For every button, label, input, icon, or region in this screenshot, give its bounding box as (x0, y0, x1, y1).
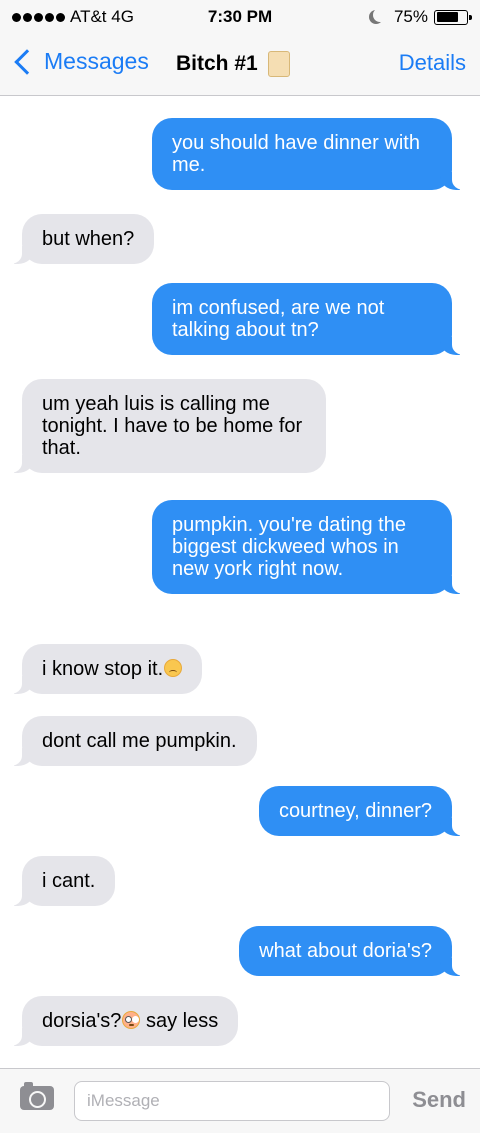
battery-icon (434, 9, 472, 25)
flushed-face-icon (122, 1011, 141, 1029)
message-bubble-incoming[interactable]: dorsia's? say less (7, 996, 239, 1046)
message-bubble-outgoing[interactable]: pumpkin. you're dating the biggest dickw… (152, 500, 466, 594)
back-button-label: Messages (44, 48, 149, 74)
message-text: but when? (42, 228, 135, 250)
message-text: i know stop it. (42, 658, 164, 680)
message-text: courtney, dinner? (278, 800, 432, 822)
contact-card-icon (267, 51, 290, 77)
conversation-header: Messages Bitch #1 Details (0, 34, 480, 96)
message-bubble-incoming[interactable]: i know stop it. (7, 644, 203, 694)
message-bubble-outgoing[interactable]: im confused, are we not talking about tn… (152, 283, 466, 355)
message-bubble-incoming[interactable]: but when? (7, 214, 155, 264)
camera-icon[interactable] (20, 1082, 54, 1110)
contact-title[interactable]: Bitch #1 (176, 51, 290, 77)
message-text: you should have dinner with me. (172, 132, 420, 176)
compose-bar: Send (0, 1068, 480, 1133)
message-bubble-outgoing[interactable]: courtney, dinner? (258, 786, 467, 836)
contact-name: Bitch #1 (176, 52, 258, 75)
message-bubble-incoming[interactable]: dont call me pumpkin. (8, 716, 257, 766)
disappointed-face-icon (164, 659, 183, 677)
message-text: im confused, are we not talking about tn… (172, 297, 385, 341)
message-bubble-outgoing[interactable]: you should have dinner with me. (152, 118, 466, 190)
status-right: 75% (368, 7, 472, 27)
back-button[interactable]: Messages (10, 48, 149, 75)
message-bubble-incoming[interactable]: um yeah luis is calling me tonight. I ha… (8, 379, 326, 473)
message-text: pumpkin. you're dating the biggest dickw… (172, 514, 406, 580)
message-text-after: say less (140, 1010, 219, 1032)
details-button[interactable]: Details (399, 50, 466, 76)
message-bubble-outgoing[interactable]: what about doria's? (239, 926, 466, 976)
send-button[interactable]: Send (412, 1087, 466, 1113)
message-text: i cant. (42, 870, 96, 892)
message-text: what about doria's? (259, 940, 432, 962)
message-text: um yeah luis is calling me tonight. I ha… (42, 393, 303, 459)
message-text: dorsia's? (42, 1010, 122, 1032)
message-text: dont call me pumpkin. (42, 730, 237, 752)
chevron-left-icon (14, 48, 40, 75)
message-input[interactable] (74, 1081, 390, 1121)
battery-percent: 75% (393, 7, 428, 26)
do-not-disturb-icon (373, 8, 387, 22)
status-bar: AT&t 4G 7:30 PM 75% (0, 0, 480, 34)
message-bubble-incoming[interactable]: i cant. (7, 856, 116, 906)
